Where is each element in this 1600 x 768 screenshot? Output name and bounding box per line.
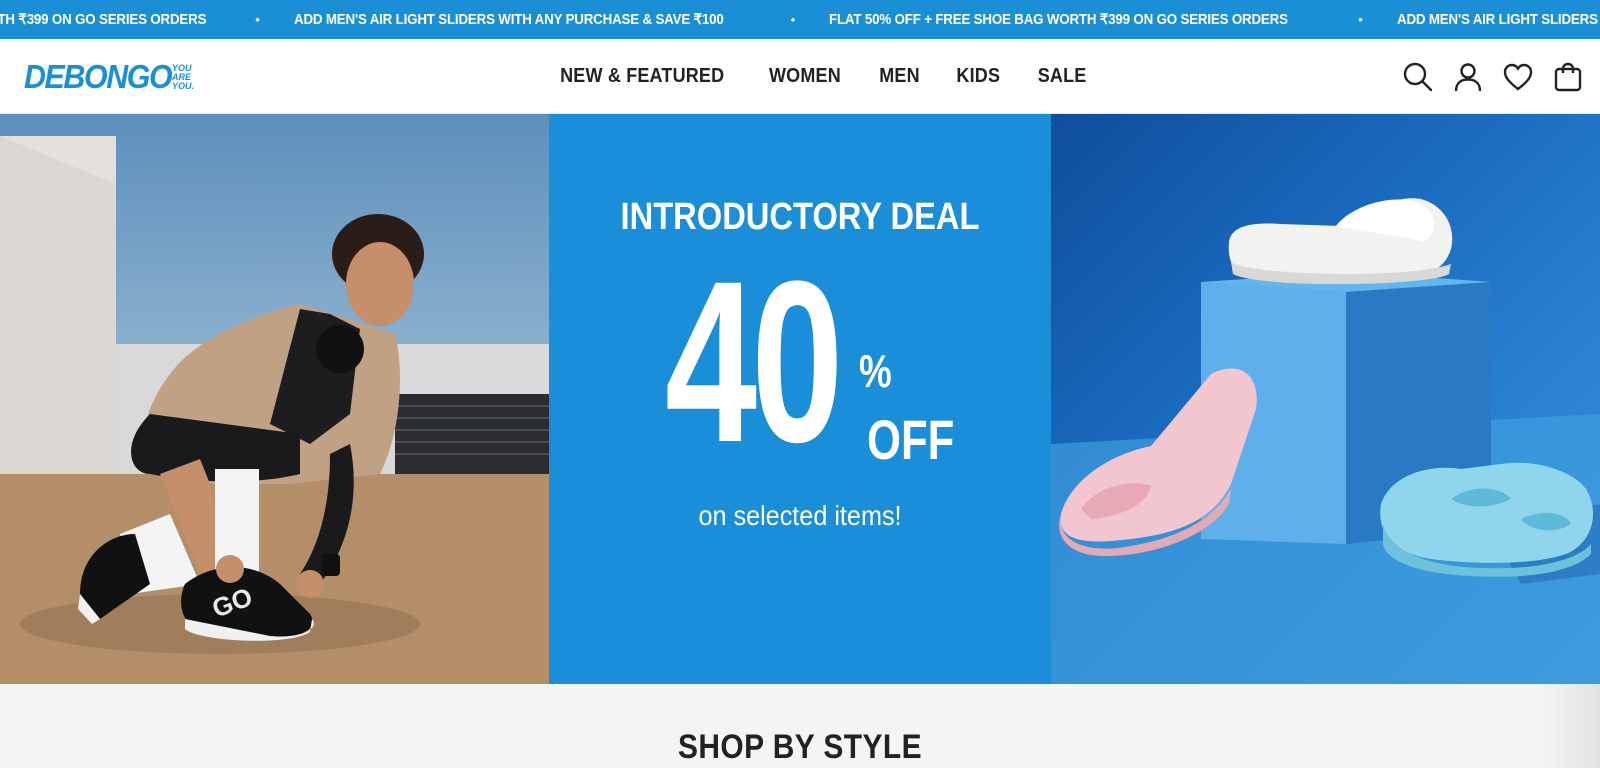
nav-item-men[interactable]: MEN — [880, 65, 921, 88]
announcement-item[interactable]: ADD MEN'S AIR LIGHT SLIDERS WITH ANY PUR… — [294, 12, 724, 28]
nav-item-new-featured[interactable]: NEW & FEATURED — [560, 65, 724, 88]
account-icon[interactable] — [1452, 61, 1484, 93]
header-icons — [1402, 39, 1584, 114]
section-title-shop-by-style: SHOP BY STYLE — [677, 728, 923, 766]
sliders-illustration — [1051, 198, 1600, 684]
brand-logo[interactable]: DEBONGO YOU ARE YOU. — [24, 57, 194, 97]
nav-item-kids[interactable]: KIDS — [957, 65, 1001, 88]
announcement-item[interactable]: FLAT 50% OFF + FREE SHOE BAG WORTH ₹399 … — [829, 12, 1288, 28]
promo-off-label: OFF — [867, 408, 955, 471]
announcement-separator: • — [790, 12, 796, 27]
promo-subtitle: on selected items! — [698, 500, 902, 531]
site-header: DEBONGO YOU ARE YOU. NEW & FEATURED WOME… — [0, 39, 1600, 114]
promo-discount-number: 40 — [665, 233, 843, 490]
hero-image-sliders — [1051, 114, 1600, 684]
hero-image-runner: GO — [0, 114, 549, 684]
nav-item-women[interactable]: WOMEN — [769, 65, 841, 88]
page-edge-shadow — [1540, 684, 1600, 768]
cart-bag-icon[interactable] — [1552, 61, 1584, 93]
search-icon[interactable] — [1402, 61, 1434, 93]
announcement-separator: • — [1358, 12, 1363, 27]
nav-item-sale[interactable]: SALE — [1038, 65, 1087, 88]
announcement-item[interactable]: ADD MEN'S AIR LIGHT SLIDERS WITH ANY PUR… — [1397, 12, 1600, 28]
announcement-track: RTH ₹399 ON GO SERIES ORDERS • ADD MEN'S… — [0, 0, 1600, 39]
promo-percent-sign: % — [859, 345, 892, 397]
wishlist-heart-icon[interactable] — [1502, 61, 1534, 93]
announcement-item[interactable]: RTH ₹399 ON GO SERIES ORDERS — [0, 12, 206, 28]
announcement-separator: • — [255, 12, 260, 27]
logo-tagline: YOU ARE YOU. — [172, 63, 195, 91]
announcement-bar: RTH ₹399 ON GO SERIES ORDERS • ADD MEN'S… — [0, 0, 1600, 39]
runner-illustration: GO — [0, 136, 549, 684]
logo-wordmark: DEBONGO — [24, 58, 173, 95]
logo-tagline-line: YOU. — [172, 80, 195, 91]
promo-panel[interactable]: INTRODUCTORY DEAL 40 % OFF on selected i… — [549, 114, 1051, 684]
main-nav: NEW & FEATURED WOMEN MEN KIDS SALE — [551, 39, 1089, 114]
hero-banner[interactable]: GO INTRODUCTORY DEAL 40 % OFF on selecte… — [0, 114, 1600, 684]
